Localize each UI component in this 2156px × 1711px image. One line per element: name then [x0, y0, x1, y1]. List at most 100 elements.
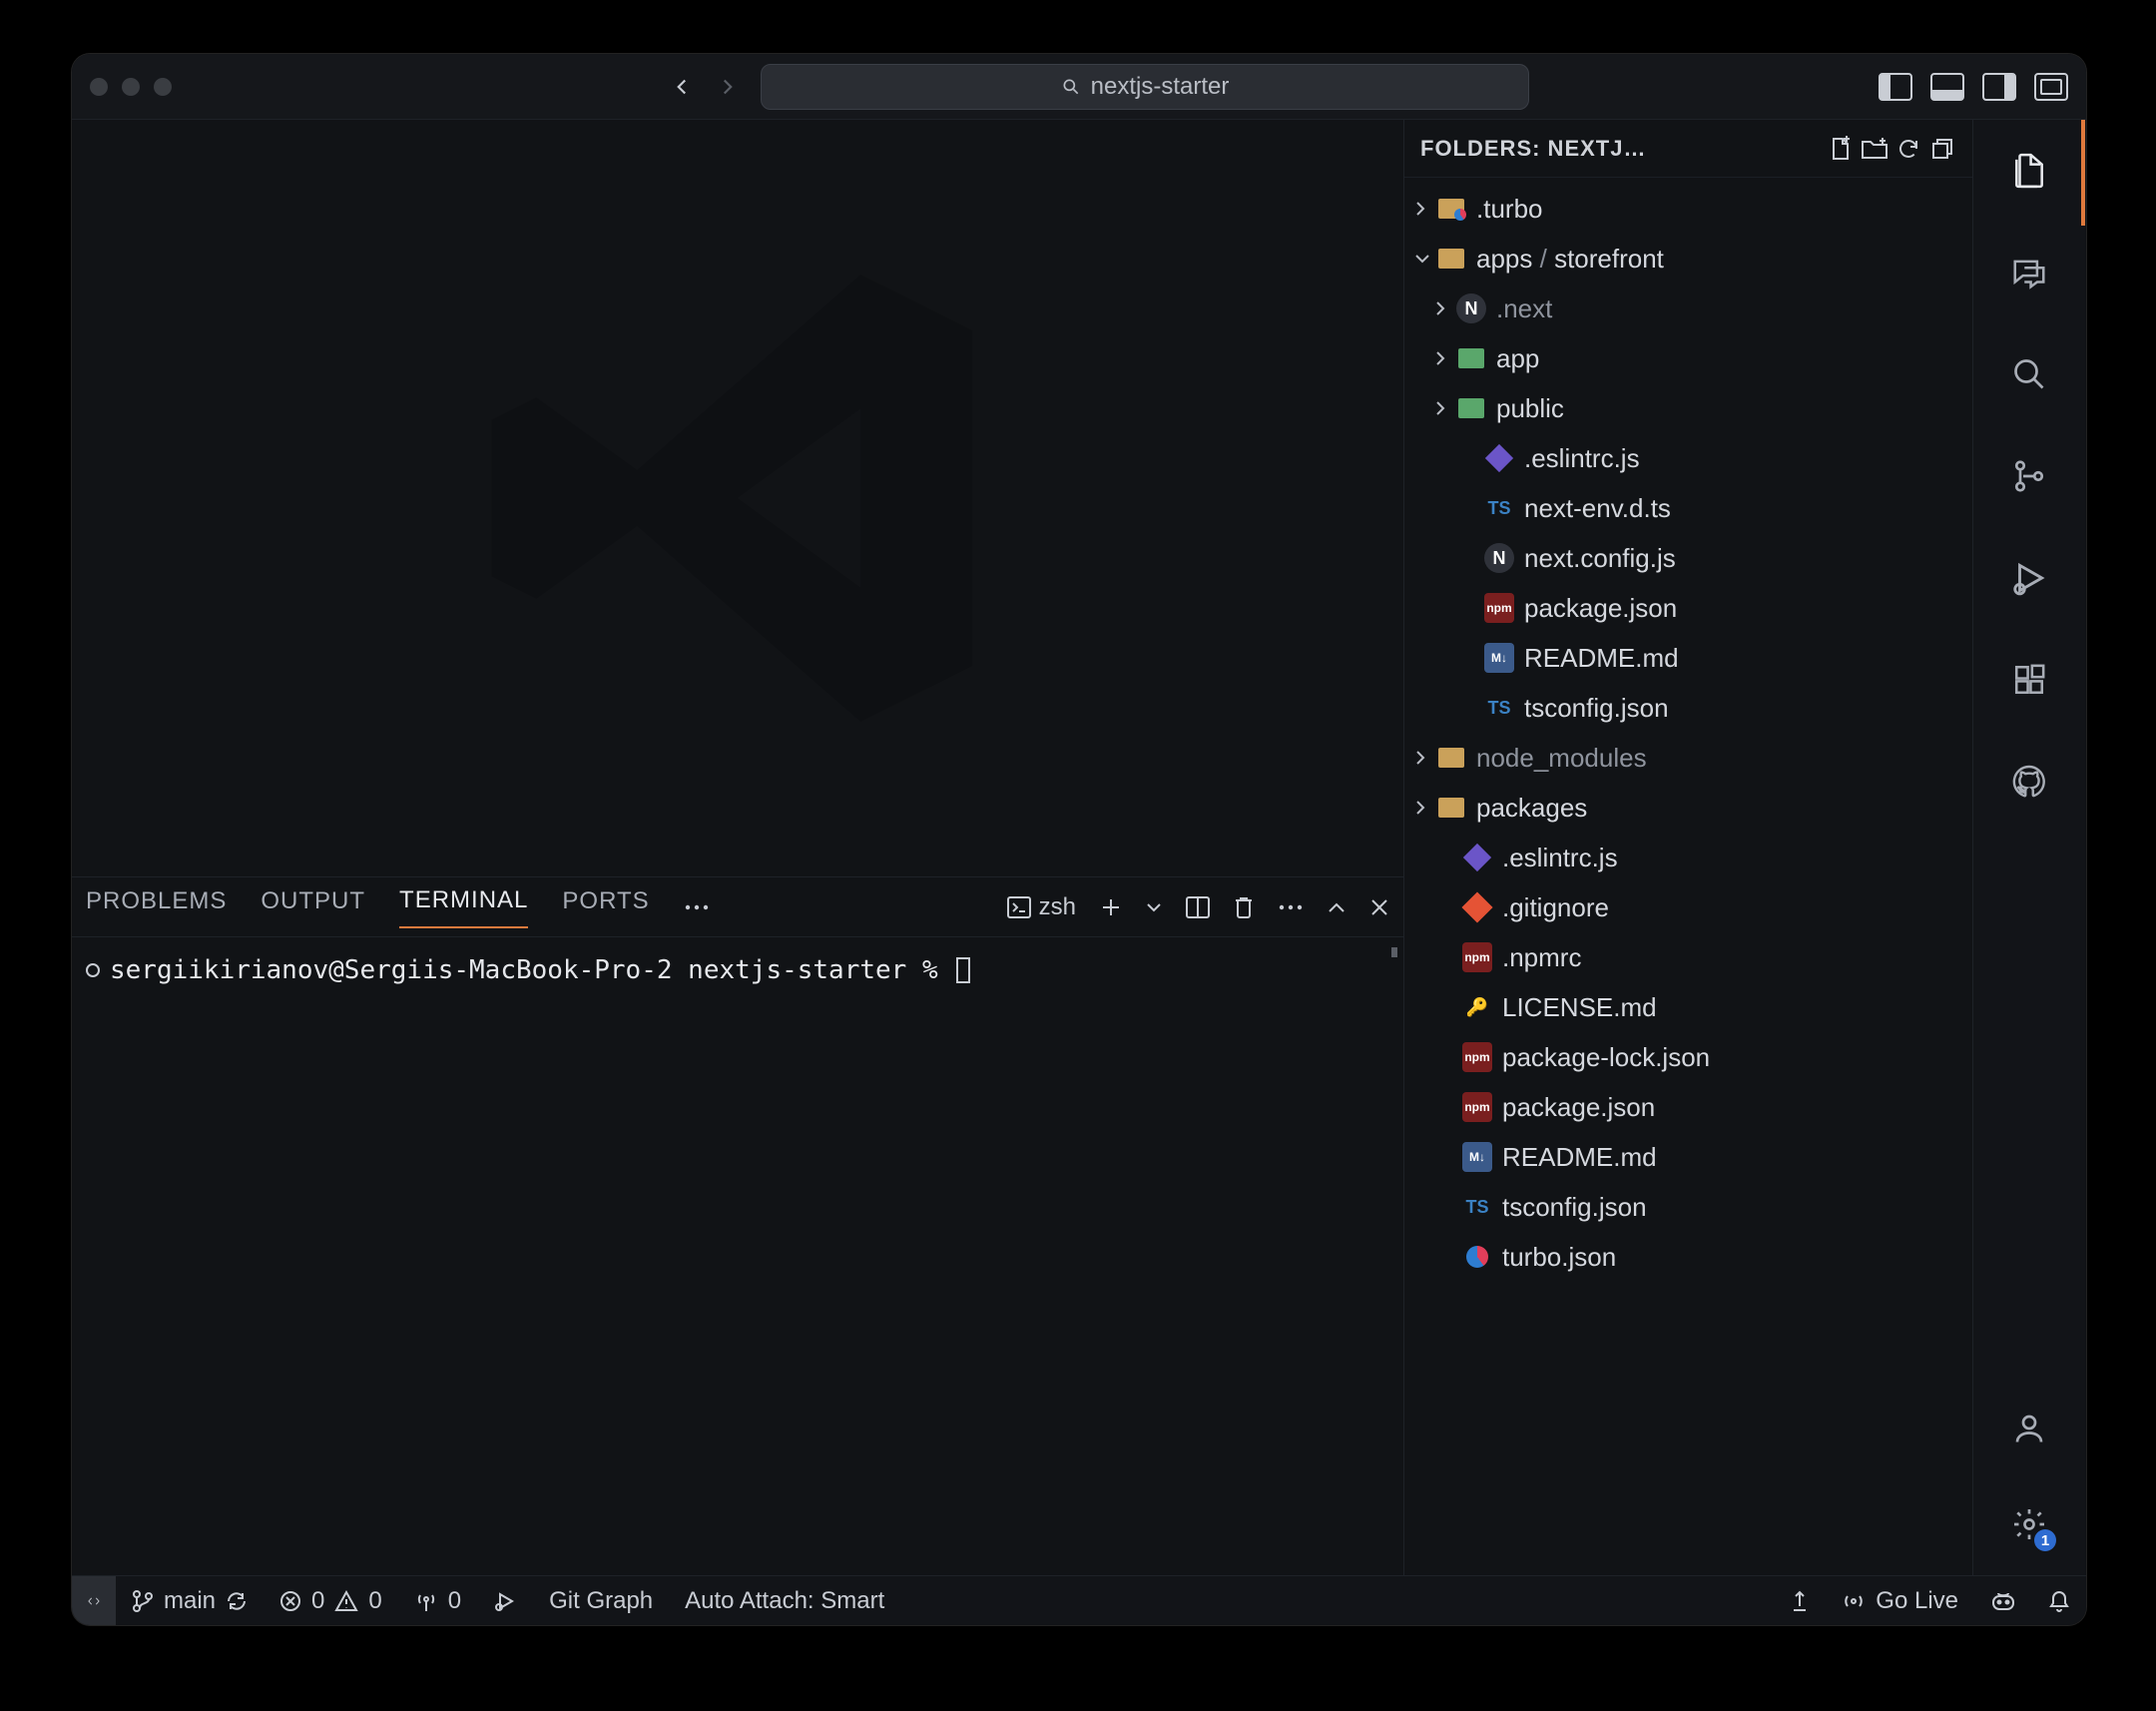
window-close-button[interactable]: [90, 78, 108, 96]
terminal-dropdown-icon[interactable]: [1146, 902, 1162, 912]
bell-icon: [2048, 1589, 2070, 1613]
typescript-icon: TS: [1462, 1192, 1492, 1222]
eslint-icon: [1462, 843, 1492, 872]
tree-item-label: public: [1496, 393, 1564, 424]
shell-name: zsh: [1039, 893, 1076, 921]
prettier-icon: [1790, 1589, 1810, 1613]
turbo-folder-icon: [1436, 194, 1466, 224]
activity-github-button[interactable]: [2008, 761, 2050, 803]
eslint-icon: [1484, 443, 1514, 473]
tab-output[interactable]: OUTPUT: [261, 887, 365, 927]
chevron-right-icon: [1414, 201, 1436, 217]
new-file-button[interactable]: [1827, 135, 1855, 163]
tree-file[interactable]: TStsconfig.json: [1404, 683, 1972, 733]
tree-folder[interactable]: public: [1404, 383, 1972, 433]
toggle-primary-sidebar-button[interactable]: [1879, 73, 1912, 101]
remote-indicator-button[interactable]: [72, 1576, 116, 1625]
folder-icon: [1456, 343, 1486, 373]
collapse-folders-button[interactable]: [1928, 135, 1956, 163]
vscode-window: nextjs-starter PROBLEMS: [72, 54, 2086, 1625]
tree-folder[interactable]: node_modules: [1404, 733, 1972, 783]
activity-search-button[interactable]: [2008, 353, 2050, 395]
tree-item-label: .turbo: [1476, 194, 1543, 225]
sync-icon: [226, 1590, 248, 1612]
settings-badge: 1: [2034, 1529, 2056, 1551]
activity-source-control-button[interactable]: [2008, 455, 2050, 497]
git-graph-button[interactable]: Git Graph: [533, 1576, 669, 1625]
prettier-status-button[interactable]: [1774, 1589, 1826, 1613]
auto-attach-button[interactable]: Auto Attach: Smart: [669, 1576, 900, 1625]
split-terminal-button[interactable]: [1186, 896, 1210, 918]
activity-extensions-button[interactable]: [2008, 659, 2050, 701]
tab-ports[interactable]: PORTS: [562, 887, 649, 927]
terminal[interactable]: sergiikirianov@Sergiis-MacBook-Pro-2 nex…: [72, 937, 1403, 1575]
tree-item-label: .eslintrc.js: [1502, 843, 1618, 873]
tab-terminal[interactable]: TERMINAL: [399, 886, 528, 928]
tree-file[interactable]: .gitignore: [1404, 882, 1972, 932]
activity-explorer-button[interactable]: [2008, 150, 2050, 192]
close-panel-button[interactable]: [1369, 897, 1389, 917]
new-terminal-button[interactable]: [1100, 896, 1122, 918]
tree-file[interactable]: TStsconfig.json: [1404, 1182, 1972, 1232]
npm-icon: npm: [1462, 1042, 1492, 1072]
window-minimize-button[interactable]: [122, 78, 140, 96]
command-center[interactable]: nextjs-starter: [761, 64, 1529, 110]
tree-file[interactable]: npm package-lock.json: [1404, 1032, 1972, 1082]
activity-chat-button[interactable]: [2008, 252, 2050, 293]
tree-file[interactable]: npmpackage.json: [1404, 1082, 1972, 1132]
tree-folder[interactable]: app: [1404, 333, 1972, 383]
notifications-button[interactable]: [2032, 1589, 2086, 1613]
tree-file[interactable]: 🔑LICENSE.md: [1404, 982, 1972, 1032]
tree-item-label: .npmrc: [1502, 942, 1581, 973]
radio-tower-icon: [414, 1589, 438, 1613]
tree-file[interactable]: turbo.json: [1404, 1232, 1972, 1282]
git-branch-button[interactable]: main: [116, 1576, 264, 1625]
activity-accounts-button[interactable]: [2008, 1408, 2050, 1449]
tree-folder[interactable]: .turbo: [1404, 184, 1972, 234]
panel-more-icon[interactable]: [684, 902, 710, 912]
tree-file[interactable]: M↓README.md: [1404, 1132, 1972, 1182]
refresh-explorer-button[interactable]: [1894, 135, 1922, 163]
activity-run-debug-button[interactable]: [2008, 557, 2050, 599]
debug-start-button[interactable]: [477, 1576, 533, 1625]
window-maximize-button[interactable]: [154, 78, 172, 96]
tree-folder[interactable]: N.next: [1404, 284, 1972, 333]
terminal-scrollbar[interactable]: [1391, 947, 1397, 957]
kill-terminal-button[interactable]: [1234, 895, 1254, 919]
tree-file[interactable]: .eslintrc.js: [1404, 433, 1972, 483]
folder-icon: [1436, 793, 1466, 823]
tree-file[interactable]: Nnext.config.js: [1404, 533, 1972, 583]
terminal-more-icon[interactable]: [1278, 902, 1304, 912]
tree-file[interactable]: TSnext-env.d.ts: [1404, 483, 1972, 533]
toggle-secondary-sidebar-button[interactable]: [1982, 73, 2016, 101]
toggle-panel-button[interactable]: [1930, 73, 1964, 101]
tree-file[interactable]: npmpackage.json: [1404, 583, 1972, 633]
explorer-sidebar: FOLDERS: NEXTJ… .turboapps / sto: [1404, 120, 1973, 1575]
problems-status-button[interactable]: 0 0: [264, 1576, 398, 1625]
tree-file[interactable]: npm.npmrc: [1404, 932, 1972, 982]
error-count: 0: [311, 1587, 324, 1615]
nav-back-button[interactable]: [669, 74, 695, 100]
tab-problems[interactable]: PROBLEMS: [86, 887, 227, 927]
customize-layout-button[interactable]: [2034, 73, 2068, 101]
new-folder-button[interactable]: [1861, 135, 1888, 163]
chevron-right-icon: [1434, 300, 1456, 316]
copilot-status-button[interactable]: [1974, 1590, 2032, 1612]
maximize-panel-button[interactable]: [1328, 901, 1346, 913]
ports-status-button[interactable]: 0: [398, 1576, 477, 1625]
tree-item-label: node_modules: [1476, 743, 1647, 774]
tree-file[interactable]: .eslintrc.js: [1404, 833, 1972, 882]
terminal-prompt: sergiikirianov@Sergiis-MacBook-Pro-2 nex…: [110, 955, 938, 985]
tree-folder[interactable]: apps / storefront: [1404, 234, 1972, 284]
nav-forward-button[interactable]: [715, 74, 741, 100]
tree-file[interactable]: M↓README.md: [1404, 633, 1972, 683]
tree-item-label: package-lock.json: [1502, 1042, 1710, 1073]
activity-settings-button[interactable]: 1: [2008, 1503, 2050, 1545]
go-live-button[interactable]: Go Live: [1826, 1587, 1974, 1615]
terminal-shell-selector[interactable]: zsh: [1007, 893, 1076, 921]
branch-name: main: [164, 1587, 216, 1615]
folder-icon: [1456, 393, 1486, 423]
command-center-text: nextjs-starter: [1091, 73, 1230, 101]
tree-item-label: packages: [1476, 793, 1587, 824]
tree-folder[interactable]: packages: [1404, 783, 1972, 833]
